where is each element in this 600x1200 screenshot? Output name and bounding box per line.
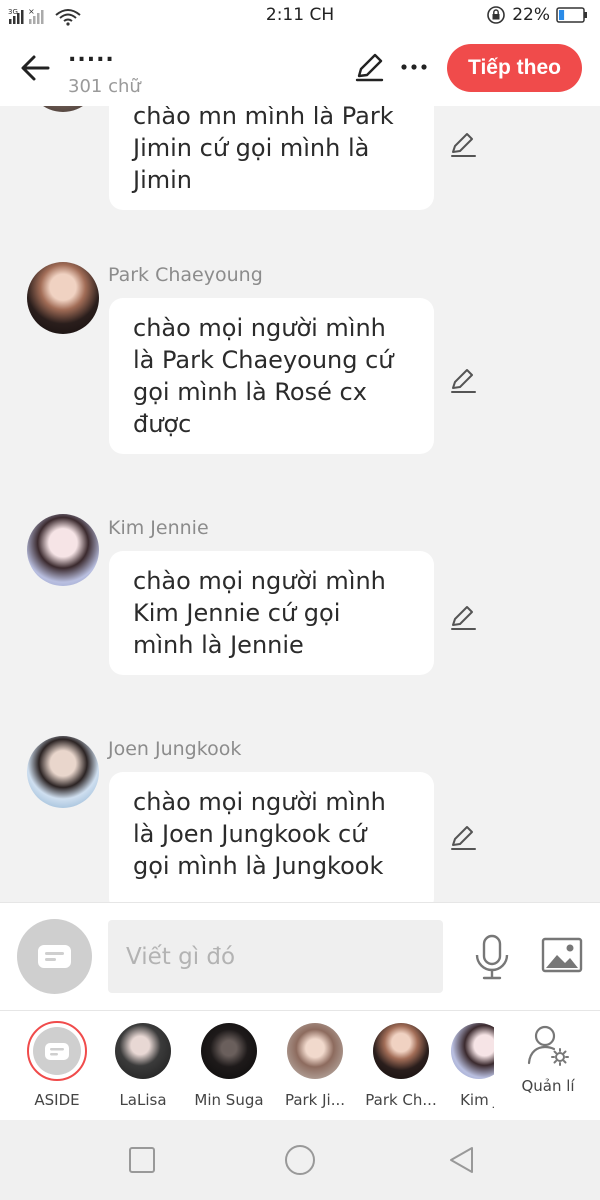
back-nav-button[interactable] — [446, 1144, 478, 1176]
avatar[interactable] — [27, 106, 99, 112]
voice-input-button[interactable] — [472, 933, 512, 981]
character-label: Min Suga — [194, 1091, 264, 1109]
message-line: Jimin cứ gọi mình là — [133, 134, 370, 162]
status-bar: 3G × 2:11 CH 22% — [0, 0, 600, 32]
message-bubble[interactable]: chào mọi người mình là Joen Jungkook cứ … — [109, 772, 434, 902]
character-aside[interactable]: ASIDE — [15, 1021, 99, 1109]
battery-percent: 22% — [512, 5, 550, 25]
character-label: Park Ji... — [284, 1091, 346, 1109]
back-button[interactable] — [16, 48, 56, 88]
square-nav-icon — [129, 1147, 155, 1173]
circle-nav-icon — [285, 1145, 315, 1175]
character-label: ASIDE — [34, 1091, 80, 1109]
list-edge — [494, 1011, 514, 1121]
pencil-icon — [451, 606, 476, 630]
aside-chat-icon — [38, 945, 71, 968]
message-bubble[interactable]: chào mn mình là Park Jimin cứ gọi mình l… — [109, 106, 434, 210]
character-park-jimin[interactable]: Park Ji... — [273, 1023, 357, 1109]
rotation-lock-icon — [487, 6, 506, 24]
home-button[interactable] — [284, 1144, 316, 1176]
sender-name: Joen Jungkook — [108, 738, 242, 760]
message-line: gọi mình là Jungkook — [133, 852, 384, 880]
message-line: Jimin — [133, 166, 193, 194]
insert-image-button[interactable] — [540, 935, 584, 975]
character-lalisa[interactable]: LaLisa — [101, 1023, 185, 1109]
system-nav-bar — [0, 1120, 600, 1200]
message-line: chào mọi người mình — [133, 314, 386, 342]
avatar — [373, 1023, 429, 1079]
aside-avatar — [27, 1021, 87, 1081]
message-line: mình là Jennie — [133, 631, 304, 659]
pencil-icon — [451, 369, 476, 393]
chat-area[interactable]: chào mn mình là Park Jimin cứ gọi mình l… — [0, 106, 600, 902]
message-line: là Joen Jungkook cứ — [133, 820, 367, 848]
message-line: là Park Chaeyoung cứ — [133, 346, 394, 374]
avatar — [287, 1023, 343, 1079]
pencil-icon — [451, 133, 476, 157]
edit-message-button[interactable] — [448, 823, 478, 853]
more-dots-icon — [401, 64, 427, 70]
avatar[interactable] — [27, 262, 99, 334]
avatar[interactable] — [27, 736, 99, 808]
message-line: gọi mình là Rosé cx — [133, 378, 367, 406]
edit-message-button[interactable] — [448, 130, 478, 160]
pencil-icon — [355, 53, 384, 82]
edit-message-button[interactable] — [448, 366, 478, 396]
sender-name: Kim Jennie — [108, 517, 209, 539]
message-bubble[interactable]: chào mọi người mình là Park Chaeyoung cứ… — [109, 298, 434, 454]
edit-title-button[interactable] — [352, 50, 386, 84]
avatar[interactable] — [27, 514, 99, 586]
editor-header: ..... 301 chữ Tiếp theo — [0, 32, 600, 106]
sender-name: Park Chaeyoung — [108, 264, 263, 286]
character-park-chaeyoung[interactable]: Park Ch... — [359, 1023, 443, 1109]
more-options-button[interactable] — [398, 52, 430, 82]
message-line: chào mọi người mình — [133, 788, 386, 816]
manage-characters-button[interactable]: Quản lí — [516, 1023, 580, 1095]
manage-user-icon — [527, 1025, 569, 1066]
message-line: chào mọi người mình — [133, 567, 386, 595]
message-line: chào mn mình là Park — [133, 106, 394, 130]
next-button[interactable]: Tiếp theo — [447, 44, 582, 92]
character-label: Park Ch... — [365, 1091, 437, 1109]
edit-message-button[interactable] — [448, 603, 478, 633]
message-line: Kim Jennie cứ gọi — [133, 599, 341, 627]
pencil-icon — [451, 826, 476, 850]
manage-label: Quản lí — [521, 1077, 575, 1095]
avatar — [115, 1023, 171, 1079]
recent-apps-button[interactable] — [126, 1144, 158, 1176]
message-bubble[interactable]: chào mọi người mình Kim Jennie cứ gọi mì… — [109, 551, 434, 675]
microphone-icon — [475, 934, 509, 980]
aside-chat-icon — [33, 1027, 81, 1075]
avatar — [201, 1023, 257, 1079]
compose-bar — [0, 902, 600, 1010]
word-count: 301 chữ — [68, 76, 141, 97]
battery-icon — [556, 7, 587, 23]
character-bar: ASIDE LaLisa Min Suga Park Ji... Park Ch… — [0, 1010, 600, 1121]
message-line: được — [133, 410, 192, 438]
story-title: ..... — [68, 42, 115, 67]
character-label: LaLisa — [119, 1091, 167, 1109]
image-icon — [541, 937, 583, 973]
back-arrow-icon — [21, 55, 50, 81]
character-min-suga[interactable]: Min Suga — [187, 1023, 271, 1109]
aside-toggle-button[interactable] — [17, 919, 92, 994]
message-input[interactable] — [108, 920, 443, 993]
triangle-back-nav-icon — [450, 1147, 473, 1173]
status-right: 22% — [486, 5, 588, 25]
